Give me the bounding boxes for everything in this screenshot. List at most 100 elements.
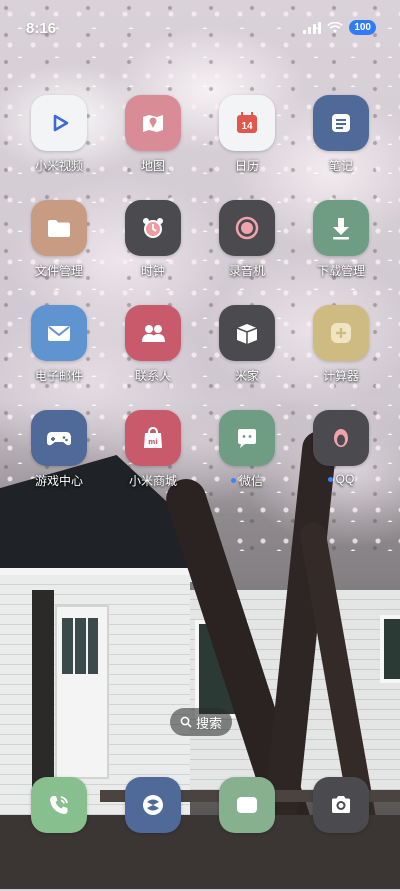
- battery-indicator: 100: [349, 20, 376, 35]
- app-label-text: 米家: [234, 369, 259, 383]
- app-mi-store-tile[interactable]: mi: [125, 410, 181, 466]
- app-label: 小米商城: [129, 472, 177, 489]
- app-notes[interactable]: 笔记: [294, 95, 388, 174]
- app-email[interactable]: 电子邮件: [12, 305, 106, 384]
- browser-icon: [143, 795, 163, 815]
- app-label: QQ: [327, 472, 354, 486]
- folder-icon: [48, 220, 70, 237]
- app-calculator-tile[interactable]: [313, 305, 369, 361]
- app-recorder-tile[interactable]: [219, 200, 275, 256]
- app-label-text: 时钟: [140, 264, 165, 278]
- search-icon: [180, 716, 192, 728]
- search-button[interactable]: 搜索: [170, 708, 232, 736]
- wallpaper-trim: [0, 568, 200, 582]
- app-mi-video-tile[interactable]: [31, 95, 87, 151]
- alarm-clock-icon: [143, 218, 163, 238]
- wallpaper-wall: [190, 590, 400, 790]
- app-mi-video[interactable]: 小米视频: [12, 95, 106, 174]
- app-label-text: 录音机: [228, 264, 265, 278]
- app-label: 米家: [235, 367, 259, 384]
- box-icon: [236, 324, 258, 344]
- app-label-text: 文件管理: [34, 264, 83, 278]
- dock-phone-tile[interactable]: [31, 777, 87, 833]
- chat-bubble-icon: [238, 429, 256, 448]
- dock-camera[interactable]: [294, 777, 388, 833]
- penguin-icon: [334, 429, 348, 447]
- app-label-text: 小米视频: [34, 159, 83, 173]
- app-calculator[interactable]: 计算器: [294, 305, 388, 384]
- app-label-text: 下载管理: [316, 264, 365, 278]
- download-icon: [333, 218, 349, 240]
- app-label: 笔记: [329, 157, 353, 174]
- app-qq-tile[interactable]: [313, 410, 369, 466]
- app-contacts[interactable]: 联系人: [106, 305, 200, 384]
- status-indicators: 100: [303, 20, 376, 35]
- dock-phone[interactable]: [12, 777, 106, 833]
- status-bar: 8:16 100: [0, 0, 400, 56]
- gamepad-icon: [47, 432, 71, 446]
- dock-browser[interactable]: [106, 777, 200, 833]
- app-qq[interactable]: QQ: [294, 410, 388, 489]
- app-label-text: 日历: [234, 159, 259, 173]
- message-icon: [237, 797, 257, 813]
- app-label-text: 联系人: [134, 369, 171, 383]
- phone-icon: [50, 796, 68, 814]
- wallpaper-window: [195, 620, 248, 718]
- app-downloads-tile[interactable]: [313, 200, 369, 256]
- notes-icon: [332, 114, 350, 132]
- app-downloads[interactable]: 下载管理: [294, 200, 388, 279]
- app-file-manager-tile[interactable]: [31, 200, 87, 256]
- app-label: 联系人: [135, 367, 171, 384]
- camera-icon: [332, 796, 350, 813]
- wallpaper-door-window: [62, 618, 98, 674]
- map-icon: [143, 115, 163, 132]
- calculator-icon: [331, 323, 351, 343]
- dock-camera-tile[interactable]: [313, 777, 369, 833]
- app-recorder[interactable]: 录音机: [200, 200, 294, 279]
- app-label-text: 电子邮件: [34, 369, 83, 383]
- app-label: 文件管理: [35, 262, 83, 279]
- svg-text:mi: mi: [148, 438, 158, 446]
- wallpaper-window-right: [380, 615, 400, 683]
- app-maps-tile[interactable]: [125, 95, 181, 151]
- app-mijia[interactable]: 米家: [200, 305, 294, 384]
- wallpaper-door: [55, 605, 109, 779]
- app-clock-tile[interactable]: [125, 200, 181, 256]
- app-wechat-tile[interactable]: [219, 410, 275, 466]
- dock-messages-tile[interactable]: [219, 777, 275, 833]
- app-calendar[interactable]: 14 日历: [200, 95, 294, 174]
- app-notes-tile[interactable]: [313, 95, 369, 151]
- app-label: 小米视频: [35, 157, 83, 174]
- app-mijia-tile[interactable]: [219, 305, 275, 361]
- app-maps[interactable]: 地图: [106, 95, 200, 174]
- app-game-center[interactable]: 游戏中心: [12, 410, 106, 489]
- app-label: 日历: [235, 157, 259, 174]
- app-calendar-tile[interactable]: 14: [219, 95, 275, 151]
- app-label-text: 游戏中心: [34, 474, 83, 488]
- search-label: 搜索: [195, 715, 222, 731]
- dock-browser-tile[interactable]: [125, 777, 181, 833]
- app-label: 地图: [141, 157, 165, 174]
- app-contacts-tile[interactable]: [125, 305, 181, 361]
- contacts-icon: [142, 325, 165, 342]
- app-label: 游戏中心: [35, 472, 83, 489]
- status-time: 8:16: [26, 20, 57, 37]
- app-game-center-tile[interactable]: [31, 410, 87, 466]
- app-clock[interactable]: 时钟: [106, 200, 200, 279]
- signal-icon: [303, 21, 322, 34]
- app-label-text: 地图: [140, 159, 165, 173]
- app-label: 下载管理: [317, 262, 365, 279]
- wallpaper-trunk: [298, 520, 388, 890]
- mail-icon: [48, 326, 70, 341]
- dock-messages[interactable]: [200, 777, 294, 833]
- app-label-text: 计算器: [322, 369, 359, 383]
- wifi-icon: [327, 21, 344, 33]
- app-file-manager[interactable]: 文件管理: [12, 200, 106, 279]
- shopping-bag-icon: mi: [144, 426, 162, 448]
- new-install-dot: [230, 478, 236, 483]
- app-wechat[interactable]: 微信: [200, 410, 294, 489]
- app-mi-store[interactable]: mi 小米商城: [106, 410, 200, 489]
- app-label-text: 笔记: [328, 159, 353, 173]
- app-label: 电子邮件: [35, 367, 83, 384]
- app-email-tile[interactable]: [31, 305, 87, 361]
